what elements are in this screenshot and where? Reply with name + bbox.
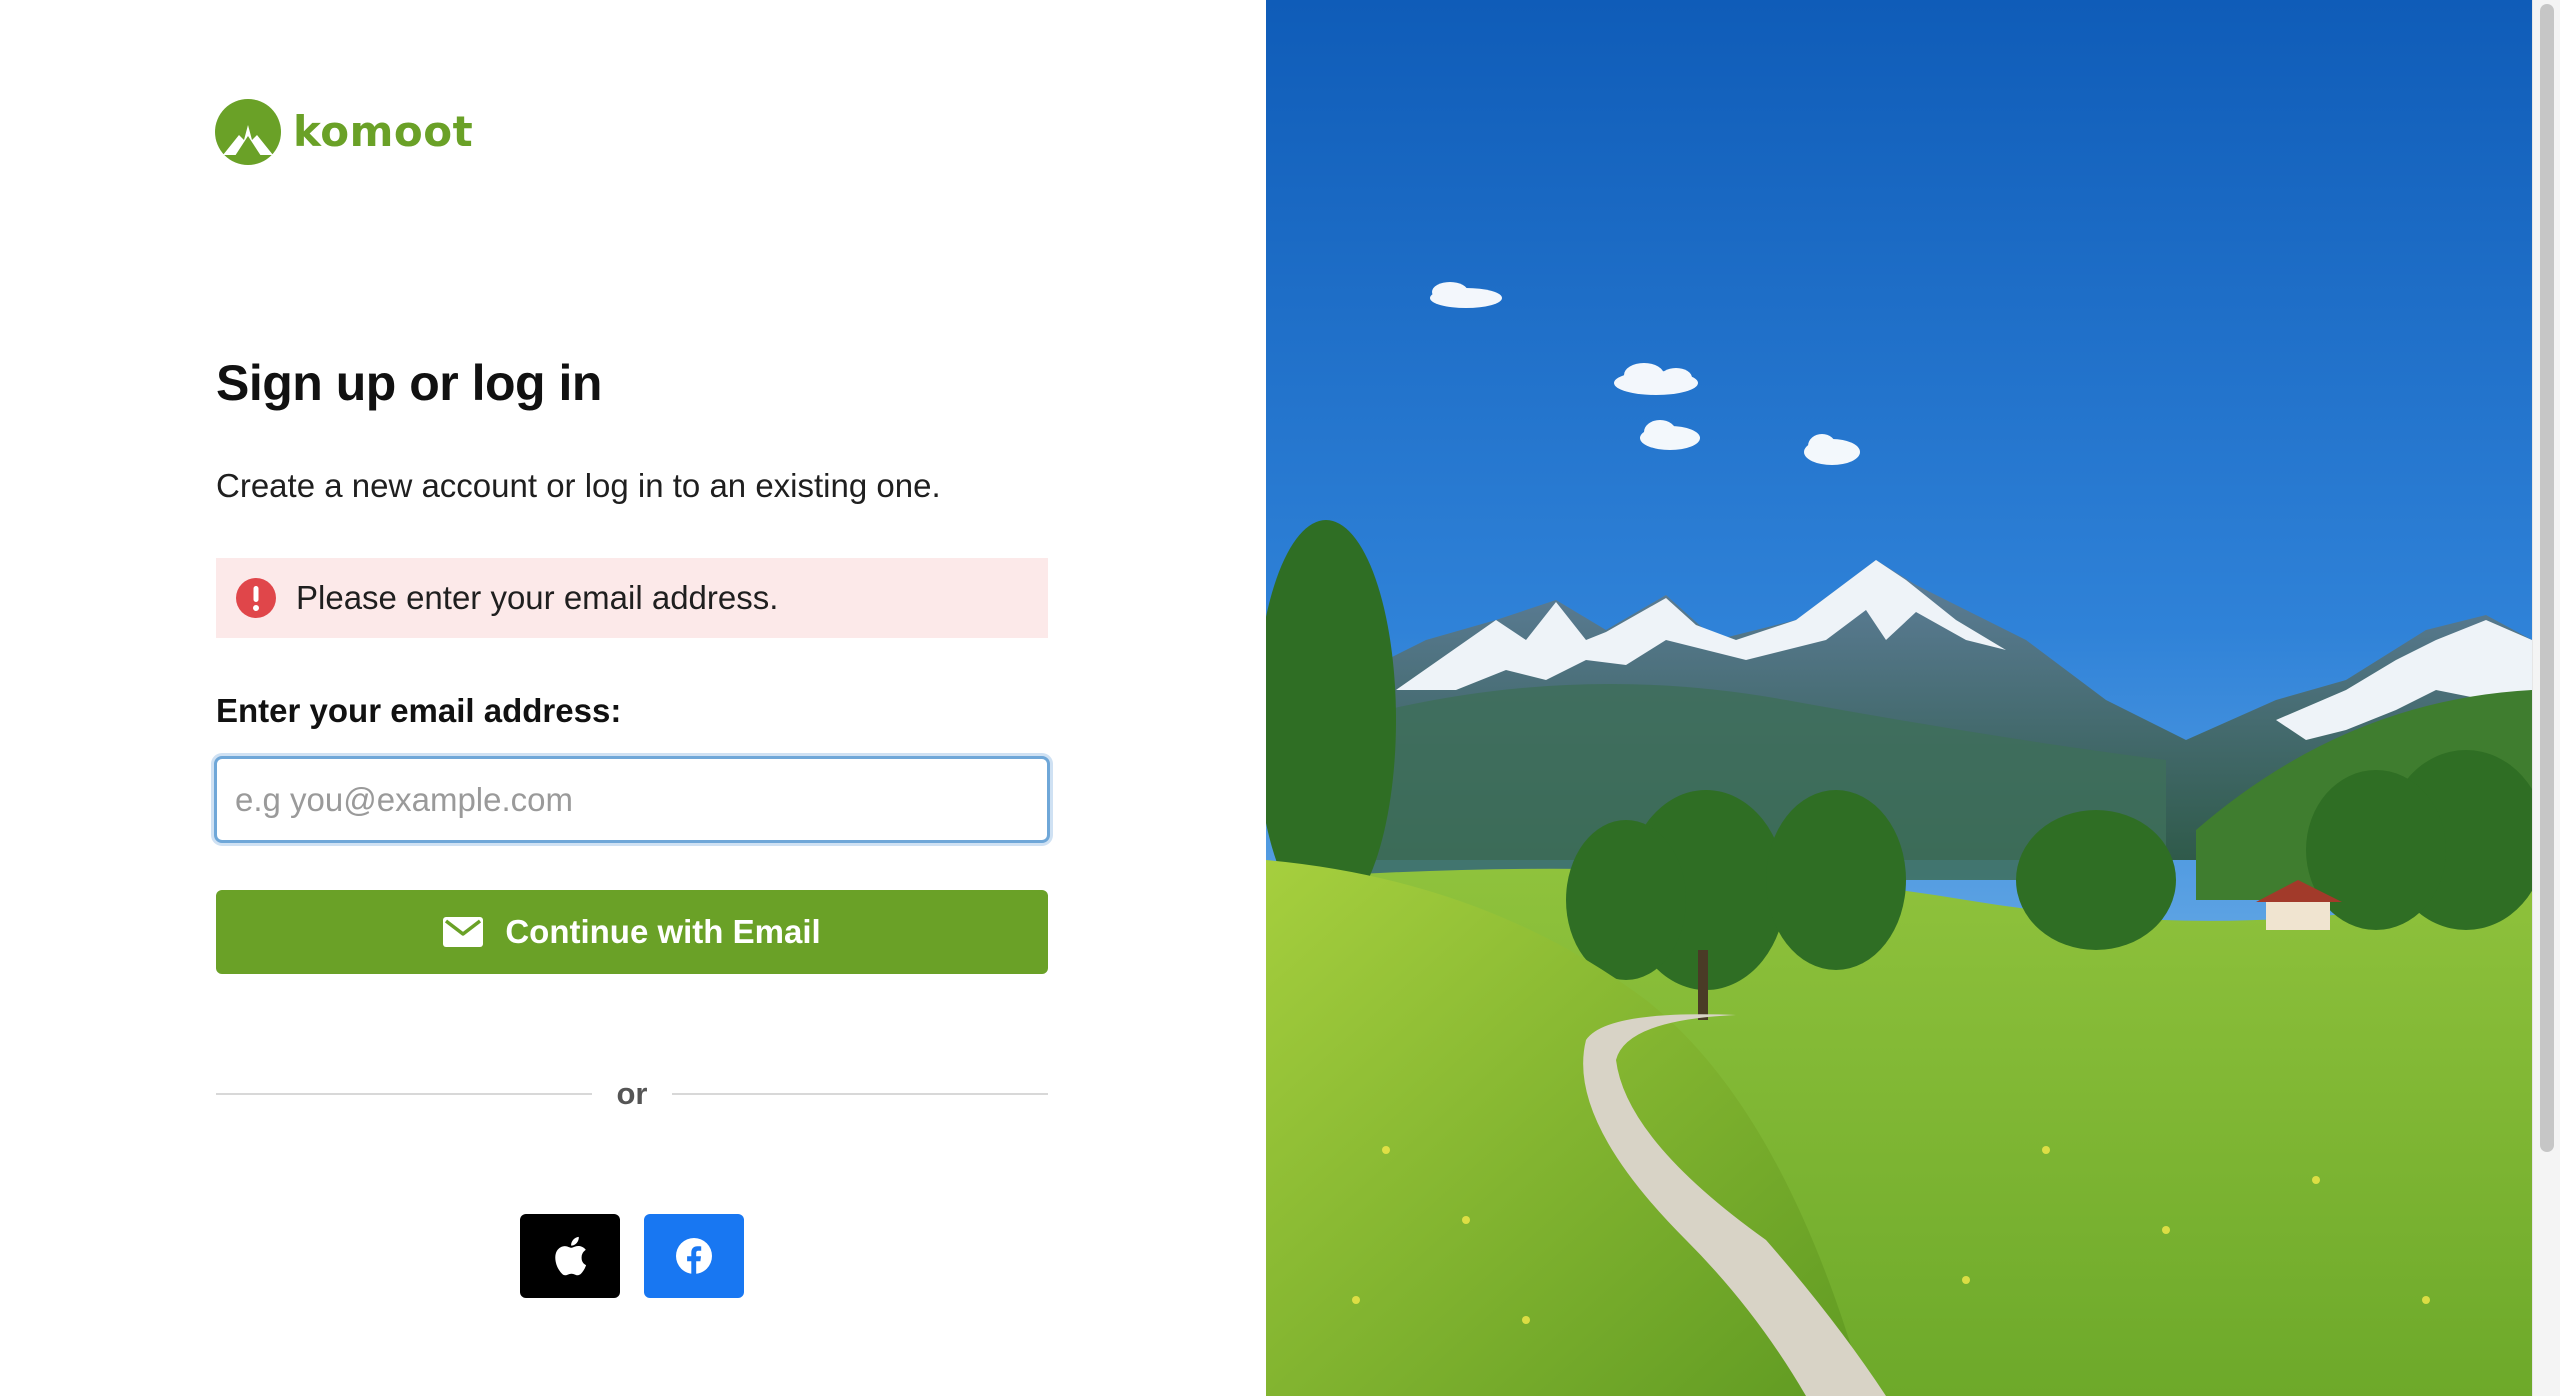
exclamation-circle-icon (236, 578, 276, 618)
error-message: Please enter your email address. (296, 579, 779, 616)
scrollbar-thumb[interactable] (2540, 4, 2554, 1152)
divider-line-right (672, 1093, 1048, 1095)
or-divider: or (216, 1072, 1048, 1116)
komoot-logo-icon (215, 99, 281, 165)
email-label: Enter your email address: (216, 692, 622, 729)
komoot-wordmark: komoot (293, 107, 474, 156)
divider-line-left (216, 1093, 592, 1095)
page-scrollbar[interactable] (2532, 0, 2560, 1396)
envelope-icon (443, 917, 484, 947)
facebook-login-button[interactable] (644, 1214, 744, 1298)
page-subtitle: Create a new account or log in to an exi… (216, 467, 941, 504)
email-input[interactable] (214, 756, 1050, 843)
apple-login-button[interactable] (520, 1214, 620, 1298)
page-title: Sign up or log in (216, 355, 602, 411)
landscape-illustration (1266, 0, 2532, 1396)
error-alert: Please enter your email address. (216, 558, 1048, 638)
apple-icon (555, 1236, 587, 1276)
divider-text: or (616, 1076, 648, 1111)
facebook-icon (676, 1238, 712, 1274)
login-panel: komoot Sign up or log in Create a new ac… (0, 0, 1266, 1396)
continue-button-label: Continue with Email (505, 913, 821, 950)
continue-with-email-button[interactable]: Continue with Email (216, 890, 1048, 974)
komoot-logo[interactable]: komoot (215, 99, 473, 165)
hero-landscape-image (1266, 0, 2532, 1396)
